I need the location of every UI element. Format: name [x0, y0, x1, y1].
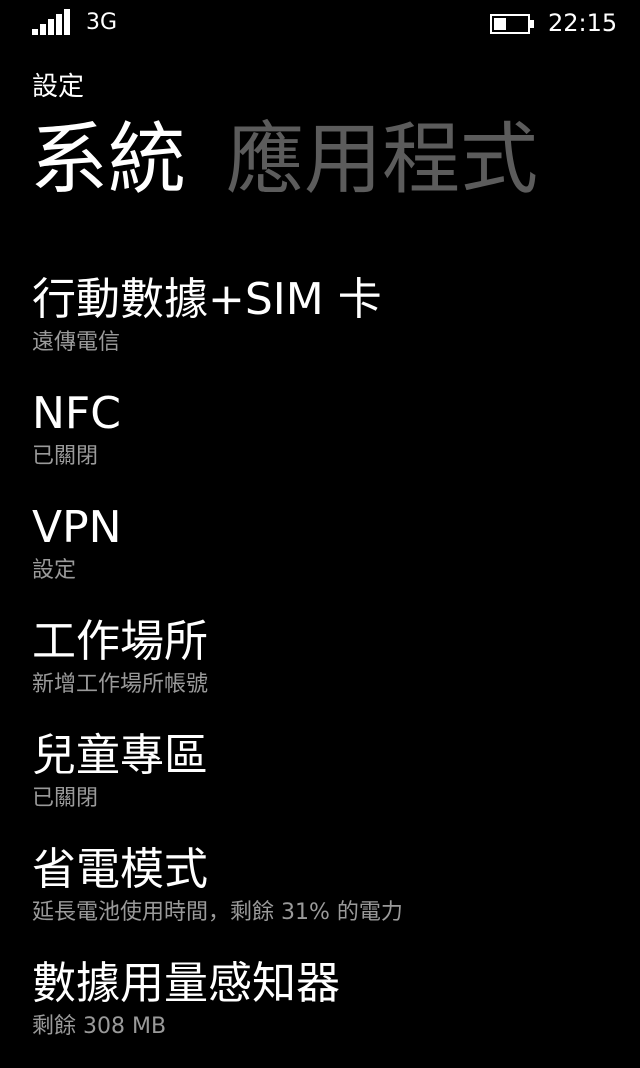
breadcrumb: 設定 [32, 72, 85, 102]
network-type: 3G [86, 10, 118, 35]
setting-title: 兒童專區 [32, 730, 208, 781]
setting-title: 省電模式 [32, 844, 208, 895]
setting-vpn[interactable]: VPN 設定 [32, 498, 632, 612]
settings-list: 行動數據+SIM 卡 遠傳電信 NFC 已關閉 VPN 設定 工作場所 新增工作… [32, 270, 632, 1068]
setting-kids-corner[interactable]: 兒童專區 已關閉 [32, 726, 632, 840]
setting-workplace[interactable]: 工作場所 新增工作場所帳號 [32, 612, 632, 726]
setting-cellular-sim[interactable]: 行動數據+SIM 卡 遠傳電信 [32, 270, 632, 384]
clock: 22:15 [548, 9, 618, 37]
setting-title: 行動數據+SIM 卡 [32, 274, 382, 325]
setting-subtitle: 已關閉 [32, 444, 99, 469]
tab-system[interactable]: 系統 [30, 110, 186, 210]
signal-bars-icon [32, 9, 70, 35]
status-bar: 3G 22:15 [0, 0, 640, 48]
setting-title: NFC [32, 388, 121, 439]
battery-icon [490, 14, 534, 34]
tab-applications[interactable]: 應用程式 [226, 110, 538, 210]
setting-data-sense[interactable]: 數據用量感知器 剩餘 308 MB [32, 954, 632, 1068]
setting-battery-saver[interactable]: 省電模式 延長電池使用時間，剩餘 31% 的電力 [32, 840, 632, 954]
setting-nfc[interactable]: NFC 已關閉 [32, 384, 632, 498]
setting-title: 工作場所 [32, 616, 208, 667]
setting-subtitle: 剩餘 308 MB [32, 1014, 167, 1039]
setting-subtitle: 新增工作場所帳號 [32, 672, 209, 697]
setting-subtitle: 延長電池使用時間，剩餘 31% 的電力 [32, 900, 403, 925]
pivot-header: 系統 應用程式 [30, 110, 578, 220]
setting-subtitle: 已關閉 [32, 786, 99, 811]
setting-subtitle: 設定 [32, 558, 77, 583]
setting-subtitle: 遠傳電信 [32, 330, 121, 355]
setting-title: 數據用量感知器 [32, 958, 340, 1009]
setting-title: VPN [32, 502, 122, 553]
